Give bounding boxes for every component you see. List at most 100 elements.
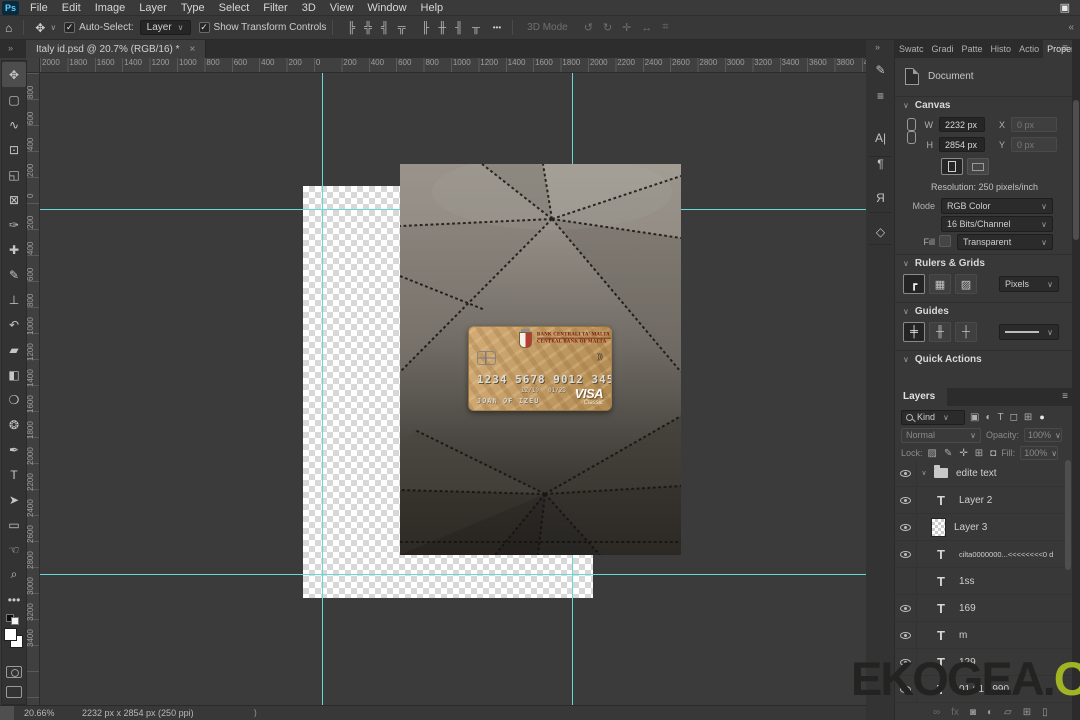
clone-stamp-tool[interactable]: ⊥ xyxy=(2,287,26,312)
tab-layers[interactable]: Layers xyxy=(895,388,948,406)
layer-row[interactable]: ∨ edite text xyxy=(895,460,1072,487)
filter-shape-icon[interactable]: ◻ xyxy=(1010,412,1018,423)
layer-row[interactable]: T 01.01.1990 xyxy=(895,675,1072,703)
visibility-toggle[interactable] xyxy=(895,675,917,703)
snap-toggle-icon[interactable]: ▨ xyxy=(955,274,977,294)
ruler-units-dropdown[interactable]: Pixels ∨ xyxy=(999,276,1059,292)
filter-adjustment-icon[interactable]: ◐ xyxy=(985,412,991,423)
layer-thumbnail[interactable]: T xyxy=(931,574,951,589)
lock-move-icon[interactable]: ✛ xyxy=(959,448,967,459)
layer-name[interactable]: Layer 2 xyxy=(959,495,992,506)
healing-brush-tool[interactable]: ✚ xyxy=(2,237,26,262)
layer-name[interactable]: 01.01.1990 xyxy=(959,684,1009,695)
fill-dropdown[interactable]: Transparent ∨ xyxy=(957,234,1053,250)
height-field[interactable]: 2854 px xyxy=(939,137,985,152)
opacity-field[interactable]: 100% ∨ xyxy=(1024,428,1063,442)
panel-tab[interactable]: Histo xyxy=(987,40,1016,58)
ruler-toggle-icon[interactable]: ┏ xyxy=(903,274,925,294)
layer-name[interactable]: 169 xyxy=(959,603,976,614)
hand-tool[interactable]: ☜ xyxy=(2,537,26,562)
link-layers-icon[interactable]: ∞ xyxy=(933,707,940,718)
visibility-toggle[interactable] xyxy=(895,594,917,622)
align-top-icon[interactable]: ╦ xyxy=(398,22,406,34)
orbit-3d-icon[interactable]: ↺ xyxy=(584,21,593,34)
move-tool-icon[interactable]: ✥ xyxy=(30,21,50,35)
grid-toggle-icon[interactable]: ▦ xyxy=(929,274,951,294)
panel-tab[interactable]: Patte xyxy=(958,40,987,58)
brush-presets-icon[interactable]: ≡ xyxy=(866,84,895,108)
lock-artboard-icon[interactable]: ⊞ xyxy=(975,448,983,459)
portrait-orientation-button[interactable] xyxy=(941,158,963,175)
default-colors-icon[interactable] xyxy=(2,612,26,625)
menu-item[interactable]: Select xyxy=(212,0,257,16)
lock-all-icon[interactable]: ◘ xyxy=(990,448,996,459)
brush-settings-icon[interactable]: ✎ xyxy=(866,58,895,82)
lock-guides-icon[interactable]: ╫ xyxy=(929,322,951,342)
new-layer-icon[interactable]: ⊞ xyxy=(1023,707,1031,718)
layers-menu-icon[interactable]: ≡ xyxy=(1062,391,1068,402)
menu-item[interactable]: Edit xyxy=(55,0,88,16)
panel-scrollbar[interactable] xyxy=(1072,40,1080,720)
layer-mask-icon[interactable]: ◙ xyxy=(970,707,976,718)
distribute-right-icon[interactable]: ╢ xyxy=(455,22,463,34)
auto-select-target-dropdown[interactable]: Layer ∨ xyxy=(139,20,191,35)
filter-kind-dropdown[interactable]: Kind ∨ xyxy=(901,409,965,425)
layer-row[interactable]: T m xyxy=(895,621,1072,649)
drag-3d-icon[interactable]: ✛ xyxy=(622,21,631,34)
type-tool[interactable]: T xyxy=(2,462,26,487)
eyedropper-tool[interactable]: ✑ xyxy=(2,212,26,237)
quick-mask-button[interactable] xyxy=(6,666,22,678)
new-guide-layout-icon[interactable]: ╪ xyxy=(903,322,925,342)
slide-3d-icon[interactable]: ↔ xyxy=(641,22,652,34)
panel-tab[interactable]: Swatc xyxy=(895,40,928,58)
eraser-tool[interactable]: ▰ xyxy=(2,337,26,362)
distribute-left-icon[interactable]: ╟ xyxy=(422,22,430,34)
adjustment-layer-icon[interactable]: ◐ xyxy=(987,707,993,718)
toolbar-collapse-icon[interactable]: » xyxy=(8,43,13,53)
visibility-toggle[interactable] xyxy=(895,513,917,541)
filter-smart-icon[interactable]: ⊞ xyxy=(1024,412,1032,423)
layer-effects-icon[interactable]: fx xyxy=(951,707,959,718)
show-transform-checkbox[interactable]: ✓ xyxy=(198,22,210,33)
layer-row[interactable]: T cilta0000000...<<<<<<<<0 d xyxy=(895,540,1072,568)
menu-item[interactable]: Help xyxy=(414,0,451,16)
layer-thumbnail[interactable] xyxy=(934,465,948,478)
character-panel-icon[interactable]: A| xyxy=(866,126,895,150)
width-field[interactable]: 2232 px xyxy=(939,117,985,132)
marquee-tool[interactable]: ▢ xyxy=(2,87,26,112)
menu-item[interactable]: Filter xyxy=(256,0,294,16)
menu-item[interactable]: Image xyxy=(88,0,133,16)
camera-3d-icon[interactable]: ⌗ xyxy=(662,21,668,34)
visibility-toggle[interactable] xyxy=(895,540,917,568)
zoom-tool[interactable]: ⌕ xyxy=(2,562,26,587)
credit-card-layer[interactable]: BANK ĊENTRALI TA' MALTA CENTRAL BANK OF … xyxy=(468,326,612,411)
brush-tool[interactable]: ✎ xyxy=(2,262,26,287)
link-dimensions-icon[interactable] xyxy=(907,118,916,146)
group-expander-icon[interactable]: ∨ xyxy=(917,469,931,477)
menu-item[interactable]: File xyxy=(23,0,55,16)
menu-item[interactable]: 3D xyxy=(295,0,323,16)
layer-name[interactable]: edite text xyxy=(956,468,997,479)
layer-name[interactable]: 129 xyxy=(959,657,976,668)
clear-guides-icon[interactable]: ┼ xyxy=(955,322,977,342)
home-icon[interactable]: ⌂ xyxy=(0,21,17,35)
visibility-toggle[interactable] xyxy=(895,460,917,487)
canvas-section-header[interactable]: ∨ Canvas xyxy=(895,96,1072,114)
glyphs-panel-icon[interactable]: Я xyxy=(866,186,895,210)
distribute-center-icon[interactable]: ╫ xyxy=(438,22,446,34)
screen-mode-button[interactable] xyxy=(6,686,22,698)
roll-3d-icon[interactable]: ↻ xyxy=(603,21,612,34)
layer-thumbnail[interactable]: T xyxy=(931,601,951,616)
object-selection-tool[interactable]: ⊡ xyxy=(2,137,26,162)
tool-preset-chevron-icon[interactable]: ∨ xyxy=(50,23,56,32)
layer-thumbnail[interactable]: T xyxy=(931,682,951,697)
gradient-tool[interactable]: ◧ xyxy=(2,362,26,387)
foreground-color-swatch[interactable] xyxy=(4,628,17,641)
edit-toolbar[interactable]: ••• xyxy=(2,587,26,612)
zoom-level-field[interactable]: 20.66% xyxy=(24,708,68,718)
align-left-icon[interactable]: ╠ xyxy=(347,22,355,34)
menu-item[interactable]: View xyxy=(323,0,361,16)
align-right-icon[interactable]: ╣ xyxy=(381,22,389,34)
layer-group-icon[interactable]: ▱ xyxy=(1004,707,1012,718)
close-icon[interactable]: × xyxy=(190,44,196,55)
